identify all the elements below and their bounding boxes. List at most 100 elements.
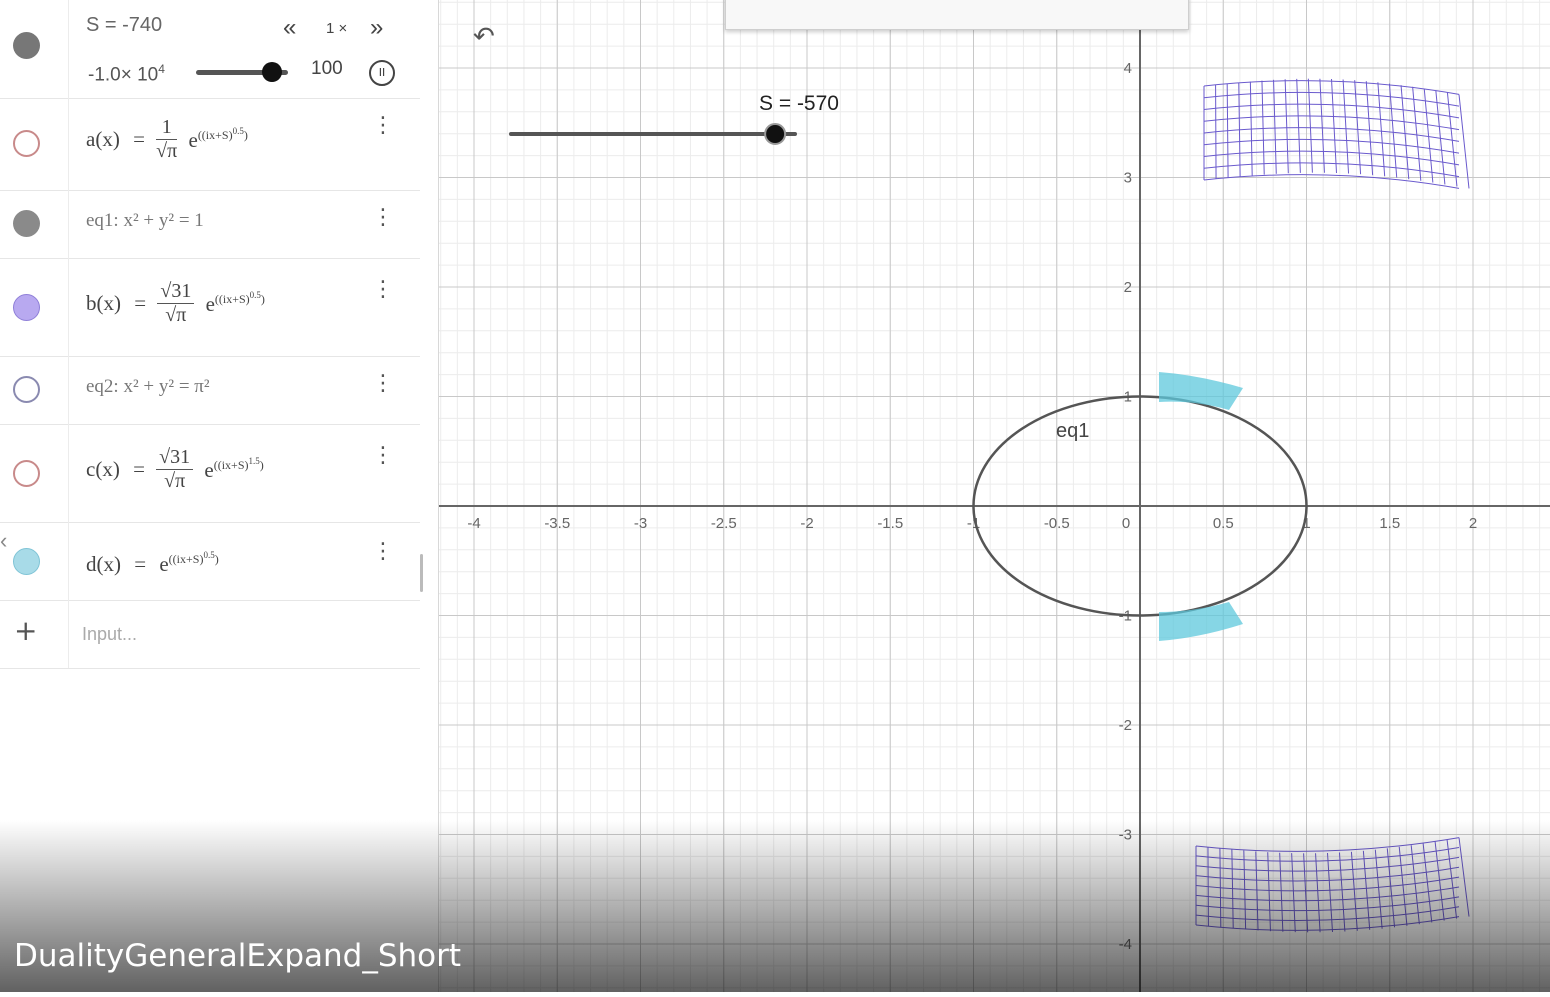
video-title: DualityGeneralExpand_Short <box>14 938 461 974</box>
mesh-line <box>1204 139 1459 153</box>
slider-knob[interactable] <box>262 62 282 82</box>
y-tick-label: 4 <box>1124 60 1132 77</box>
y-tick-label: 2 <box>1124 279 1132 296</box>
slider-min-label: -1.0× 104 <box>88 62 165 86</box>
exponential: e((ix+S)1.5) <box>204 456 263 483</box>
mesh-line <box>1459 94 1469 188</box>
x-tick-label: -1.5 <box>877 515 903 532</box>
row-marker: + <box>0 600 69 668</box>
expression-c[interactable]: c(x) = √31√π e((ix+S)1.5) <box>86 446 264 493</box>
row-marker <box>0 0 69 98</box>
forward-icon[interactable]: » <box>370 14 383 42</box>
algebra-row-d[interactable]: d(x) = e((ix+S)0.5) ⋮ <box>0 522 420 601</box>
expression-eq1[interactable]: eq1: x² + y² = 1 <box>86 210 204 232</box>
graphics-canvas[interactable]: -4-3.5-3-2.5-2-1.5-1-0.500.511.5224321-1… <box>439 0 1550 992</box>
y-tick-label: -4 <box>1119 936 1132 953</box>
visibility-toggle[interactable] <box>13 376 40 403</box>
mesh-line <box>1401 85 1409 179</box>
algebra-row-eq2[interactable]: eq2: x² + y² = π² ⋮ <box>0 356 420 425</box>
fraction: √31√π <box>157 280 194 327</box>
exponent: ((ix+S) <box>215 292 250 306</box>
visibility-toggle[interactable] <box>13 548 40 575</box>
input-row[interactable]: + Input... <box>0 600 420 669</box>
slider-value: S = -740 <box>86 14 162 37</box>
mesh-line <box>1297 79 1301 173</box>
exponent-power: 0.5 <box>233 126 244 136</box>
x-tick-label: -3.5 <box>544 515 570 532</box>
more-options-icon[interactable]: ⋮ <box>372 548 394 556</box>
speed-label[interactable]: 1 × <box>326 20 347 37</box>
rewind-icon[interactable]: « <box>283 14 296 42</box>
exponent-close: ) <box>244 128 248 142</box>
x-tick-label: -2 <box>800 515 813 532</box>
exponent-close: ) <box>215 552 219 566</box>
exponent-close: ) <box>260 458 264 472</box>
mesh-line <box>1268 852 1271 931</box>
numerator: √31 <box>156 446 193 470</box>
algebra-row-b[interactable]: b(x) = √31√π e((ix+S)0.5) ⋮ <box>0 258 420 357</box>
mesh-line <box>1411 845 1419 924</box>
expression-a[interactable]: a(x) = 1√π e((ix+S)0.5) <box>86 116 248 163</box>
base: e <box>206 292 215 316</box>
scrollbar[interactable] <box>420 554 423 592</box>
x-tick-label: 0.5 <box>1213 515 1234 532</box>
equals-sign: = <box>133 127 145 152</box>
exponent: ((ix+S) <box>198 128 233 142</box>
style-bar-popup[interactable] <box>725 0 1189 30</box>
more-options-icon[interactable]: ⋮ <box>372 380 394 388</box>
mesh-line <box>1459 838 1469 917</box>
exponent-power: 0.5 <box>250 290 261 300</box>
more-options-icon[interactable]: ⋮ <box>372 214 394 222</box>
expression-eq2[interactable]: eq2: x² + y² = π² <box>86 376 210 398</box>
mesh-line <box>1423 843 1432 922</box>
exponential: e((ix+S)0.5) <box>159 552 218 576</box>
row-marker <box>0 424 69 522</box>
denominator: √π <box>157 304 194 327</box>
visibility-toggle[interactable] <box>13 130 40 157</box>
algebra-row-c[interactable]: c(x) = √31√π e((ix+S)1.5) ⋮ <box>0 424 420 523</box>
more-options-icon[interactable]: ⋮ <box>372 122 394 130</box>
mesh-line <box>1204 92 1459 106</box>
exponent-close: ) <box>261 292 265 306</box>
graphics-view[interactable]: -4-3.5-3-2.5-2-1.5-1-0.500.511.5224321-1… <box>439 0 1550 992</box>
undo-icon[interactable]: ↶ <box>473 22 495 52</box>
algebra-view: S = -740 « 1 × » -1.0× 104 100 II a(x) =… <box>0 0 439 992</box>
mesh-line <box>1204 116 1459 130</box>
visibility-toggle[interactable] <box>13 32 40 59</box>
more-options-icon[interactable]: ⋮ <box>372 452 394 460</box>
visibility-toggle[interactable] <box>13 210 40 237</box>
mesh-line <box>1285 79 1288 173</box>
algebra-row-eq1[interactable]: eq1: x² + y² = 1 ⋮ <box>0 190 420 259</box>
function-name: a(x) <box>86 127 120 152</box>
visibility-toggle[interactable] <box>13 294 40 321</box>
function-name: d(x) <box>86 552 121 576</box>
visibility-toggle[interactable] <box>13 460 40 487</box>
mesh-line <box>1204 104 1459 118</box>
denominator: √π <box>156 140 177 163</box>
slider-max-label: 100 <box>311 58 343 80</box>
pause-icon[interactable]: II <box>369 60 395 86</box>
mesh-line <box>1250 81 1252 175</box>
add-icon[interactable]: + <box>14 614 37 647</box>
input-field[interactable]: Input... <box>82 624 137 645</box>
row-marker <box>0 522 69 600</box>
exponent-power: 1.5 <box>248 456 259 466</box>
min-mantissa: -1.0× 10 <box>88 64 158 85</box>
base: e <box>188 128 197 152</box>
mesh-line <box>1204 151 1459 165</box>
expression-d[interactable]: d(x) = e((ix+S)0.5) <box>86 550 219 577</box>
purple-mesh-bottom <box>1196 838 1469 933</box>
numerator: 1 <box>156 116 177 140</box>
expression-b[interactable]: b(x) = √31√π e((ix+S)0.5) <box>86 280 265 327</box>
collapse-panel-icon[interactable]: ‹ <box>0 528 7 554</box>
mesh-line <box>1274 80 1277 174</box>
more-options-icon[interactable]: ⋮ <box>372 286 394 294</box>
algebra-row-a[interactable]: a(x) = 1√π e((ix+S)0.5) ⋮ <box>0 98 420 191</box>
x-tick-label: -2.5 <box>711 515 737 532</box>
mesh-line <box>1204 128 1459 142</box>
mesh-line <box>1244 851 1246 930</box>
function-name: b(x) <box>86 291 121 316</box>
function-name: c(x) <box>86 457 120 482</box>
x-tick-label: 1.5 <box>1379 515 1400 532</box>
slider-row[interactable]: S = -740 « 1 × » -1.0× 104 100 II <box>0 0 420 99</box>
